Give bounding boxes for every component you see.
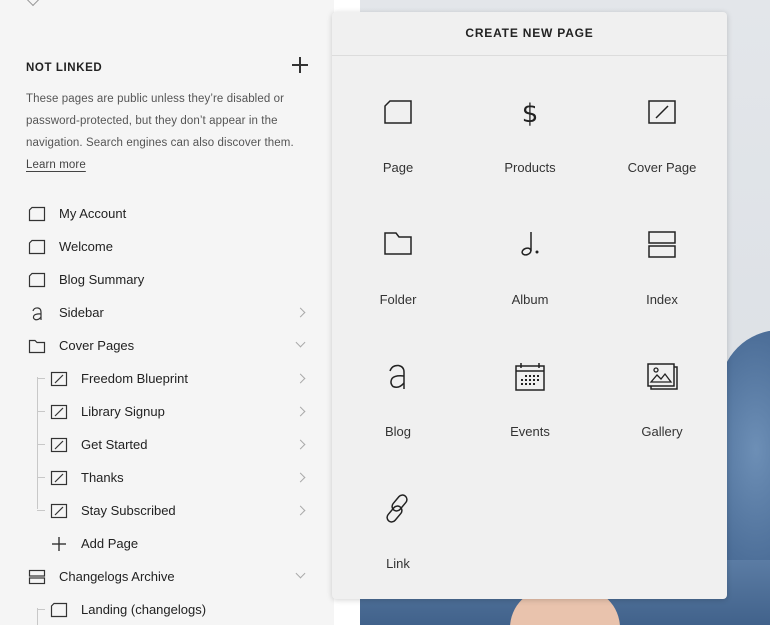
tile-folder[interactable]: Folder bbox=[332, 189, 464, 321]
sidebar-item-library-signup[interactable]: Library Signup bbox=[0, 395, 334, 428]
sidebar-item-label: Blog Summary bbox=[59, 272, 145, 287]
tile-page[interactable]: Page bbox=[332, 57, 464, 189]
description-text: These pages are public unless they’re di… bbox=[26, 93, 294, 149]
tile-label: Cover Page bbox=[627, 160, 697, 175]
tile-events[interactable]: Events bbox=[464, 321, 596, 453]
chevron-right-icon[interactable] bbox=[295, 439, 306, 450]
tree-tick bbox=[37, 477, 45, 478]
calendar-icon bbox=[515, 363, 545, 391]
svg-text:$: $ bbox=[522, 99, 539, 129]
sidebar-item-label: Welcome bbox=[59, 239, 113, 254]
sidebar-item-stay-subscribed[interactable]: Stay Subscribed bbox=[0, 494, 334, 527]
tile-label: Products bbox=[504, 160, 556, 175]
sidebar-item-label: Cover Pages bbox=[59, 338, 135, 353]
sidebar-item-thanks[interactable]: Thanks bbox=[0, 461, 334, 494]
sidebar-item-welcome[interactable]: Welcome bbox=[0, 230, 334, 263]
page-icon bbox=[28, 272, 46, 288]
sidebar-item-freedom-blueprint[interactable]: Freedom Blueprint bbox=[0, 362, 334, 395]
tile-label: Link bbox=[386, 556, 410, 571]
sidebar-item-blog-summary[interactable]: Blog Summary bbox=[0, 263, 334, 296]
sidebar-item-label: Get Started bbox=[81, 437, 148, 452]
gallery-icon bbox=[647, 363, 678, 390]
section-title: NOT LINKED bbox=[26, 62, 103, 74]
page-icon bbox=[28, 239, 46, 255]
sidebar-item-label: Changelogs Archive bbox=[59, 569, 175, 584]
plus-icon bbox=[52, 537, 66, 551]
tree-tick bbox=[37, 411, 45, 412]
chevron-right-icon[interactable] bbox=[295, 406, 306, 417]
tile-label: Gallery bbox=[641, 424, 683, 439]
chevron-right-icon[interactable] bbox=[295, 505, 306, 516]
cover-page-icon bbox=[648, 100, 676, 124]
page-icon bbox=[50, 602, 68, 618]
dollar-icon: $ bbox=[522, 99, 539, 129]
tile-label: Events bbox=[510, 424, 550, 439]
index-icon bbox=[28, 569, 46, 585]
section-description: These pages are public unless they’re di… bbox=[26, 88, 308, 176]
sidebar-item-changelogs-archive[interactable]: Changelogs Archive bbox=[0, 560, 334, 593]
blog-icon bbox=[389, 364, 405, 389]
tile-label: Blog bbox=[384, 424, 412, 439]
sidebar-item-label: Library Signup bbox=[81, 404, 165, 419]
sidebar-item-get-started[interactable]: Get Started bbox=[0, 428, 334, 461]
sidebar-item-label: Landing (changelogs) bbox=[81, 602, 207, 617]
chevron-right-icon[interactable] bbox=[295, 307, 306, 318]
tile-gallery[interactable]: Gallery bbox=[596, 321, 728, 453]
sidebar-item-label: Stay Subscribed bbox=[81, 503, 176, 518]
folder-icon bbox=[28, 339, 46, 354]
tile-link[interactable]: Link bbox=[332, 453, 464, 585]
sidebar-item-sidebar[interactable]: Sidebar bbox=[0, 296, 334, 329]
tree-tick bbox=[37, 609, 45, 610]
tile-cover-page[interactable]: Cover Page bbox=[596, 57, 728, 189]
pages-sidebar: NOT LINKED These pages are public unless… bbox=[0, 0, 334, 625]
sidebar-item-cover-pages[interactable]: Cover Pages bbox=[0, 329, 334, 362]
page-icon bbox=[384, 100, 412, 124]
cover-page-icon bbox=[50, 404, 68, 420]
sidebar-item-my-account[interactable]: My Account bbox=[0, 197, 334, 230]
chevron-down-icon[interactable] bbox=[295, 337, 306, 348]
sidebar-item-label: Sidebar bbox=[59, 305, 104, 320]
cover-page-icon bbox=[50, 371, 68, 387]
chevron-right-icon[interactable] bbox=[295, 472, 306, 483]
not-linked-header: NOT LINKED bbox=[26, 57, 308, 74]
sidebar-item-label: Thanks bbox=[81, 470, 124, 485]
blog-icon bbox=[32, 307, 42, 321]
learn-more-link[interactable]: Learn more bbox=[26, 159, 86, 171]
chevron-down-icon[interactable] bbox=[295, 568, 306, 579]
tile-products[interactable]: $ Products bbox=[464, 57, 596, 189]
tile-label: Album bbox=[511, 292, 549, 307]
index-icon bbox=[648, 231, 676, 258]
chevron-right-icon[interactable] bbox=[295, 373, 306, 384]
tile-album[interactable]: Album bbox=[464, 189, 596, 321]
tile-label: Page bbox=[382, 160, 414, 175]
sidebar-item-label: My Account bbox=[59, 206, 127, 221]
tile-index[interactable]: Index bbox=[596, 189, 728, 321]
sidebar-item-landing-changelogs[interactable]: Landing (changelogs) bbox=[0, 593, 334, 625]
scroll-indicator bbox=[25, 0, 41, 7]
cover-page-icon bbox=[50, 470, 68, 486]
add-page-label: Add Page bbox=[81, 536, 139, 551]
tile-label: Index bbox=[646, 292, 678, 307]
panel-title: CREATE NEW PAGE bbox=[332, 12, 727, 56]
add-page-button[interactable]: Add Page bbox=[0, 527, 334, 560]
cover-page-icon bbox=[50, 503, 68, 519]
music-note-icon bbox=[521, 232, 539, 256]
add-page-plus-button[interactable] bbox=[292, 57, 308, 73]
tile-label: Folder bbox=[379, 292, 417, 307]
link-icon bbox=[386, 494, 408, 523]
page-icon bbox=[28, 206, 46, 222]
cover-page-icon bbox=[50, 437, 68, 453]
sidebar-item-label: Freedom Blueprint bbox=[81, 371, 188, 386]
page-list: My Account Welcome Blog Summary Sidebar … bbox=[0, 197, 334, 625]
tree-tick bbox=[37, 378, 45, 379]
tree-tick bbox=[37, 510, 45, 511]
folder-icon bbox=[384, 232, 412, 255]
create-new-page-panel: CREATE NEW PAGE Page $ Products Cover Pa… bbox=[332, 12, 727, 599]
tree-tick bbox=[37, 444, 45, 445]
tile-blog[interactable]: Blog bbox=[332, 321, 464, 453]
